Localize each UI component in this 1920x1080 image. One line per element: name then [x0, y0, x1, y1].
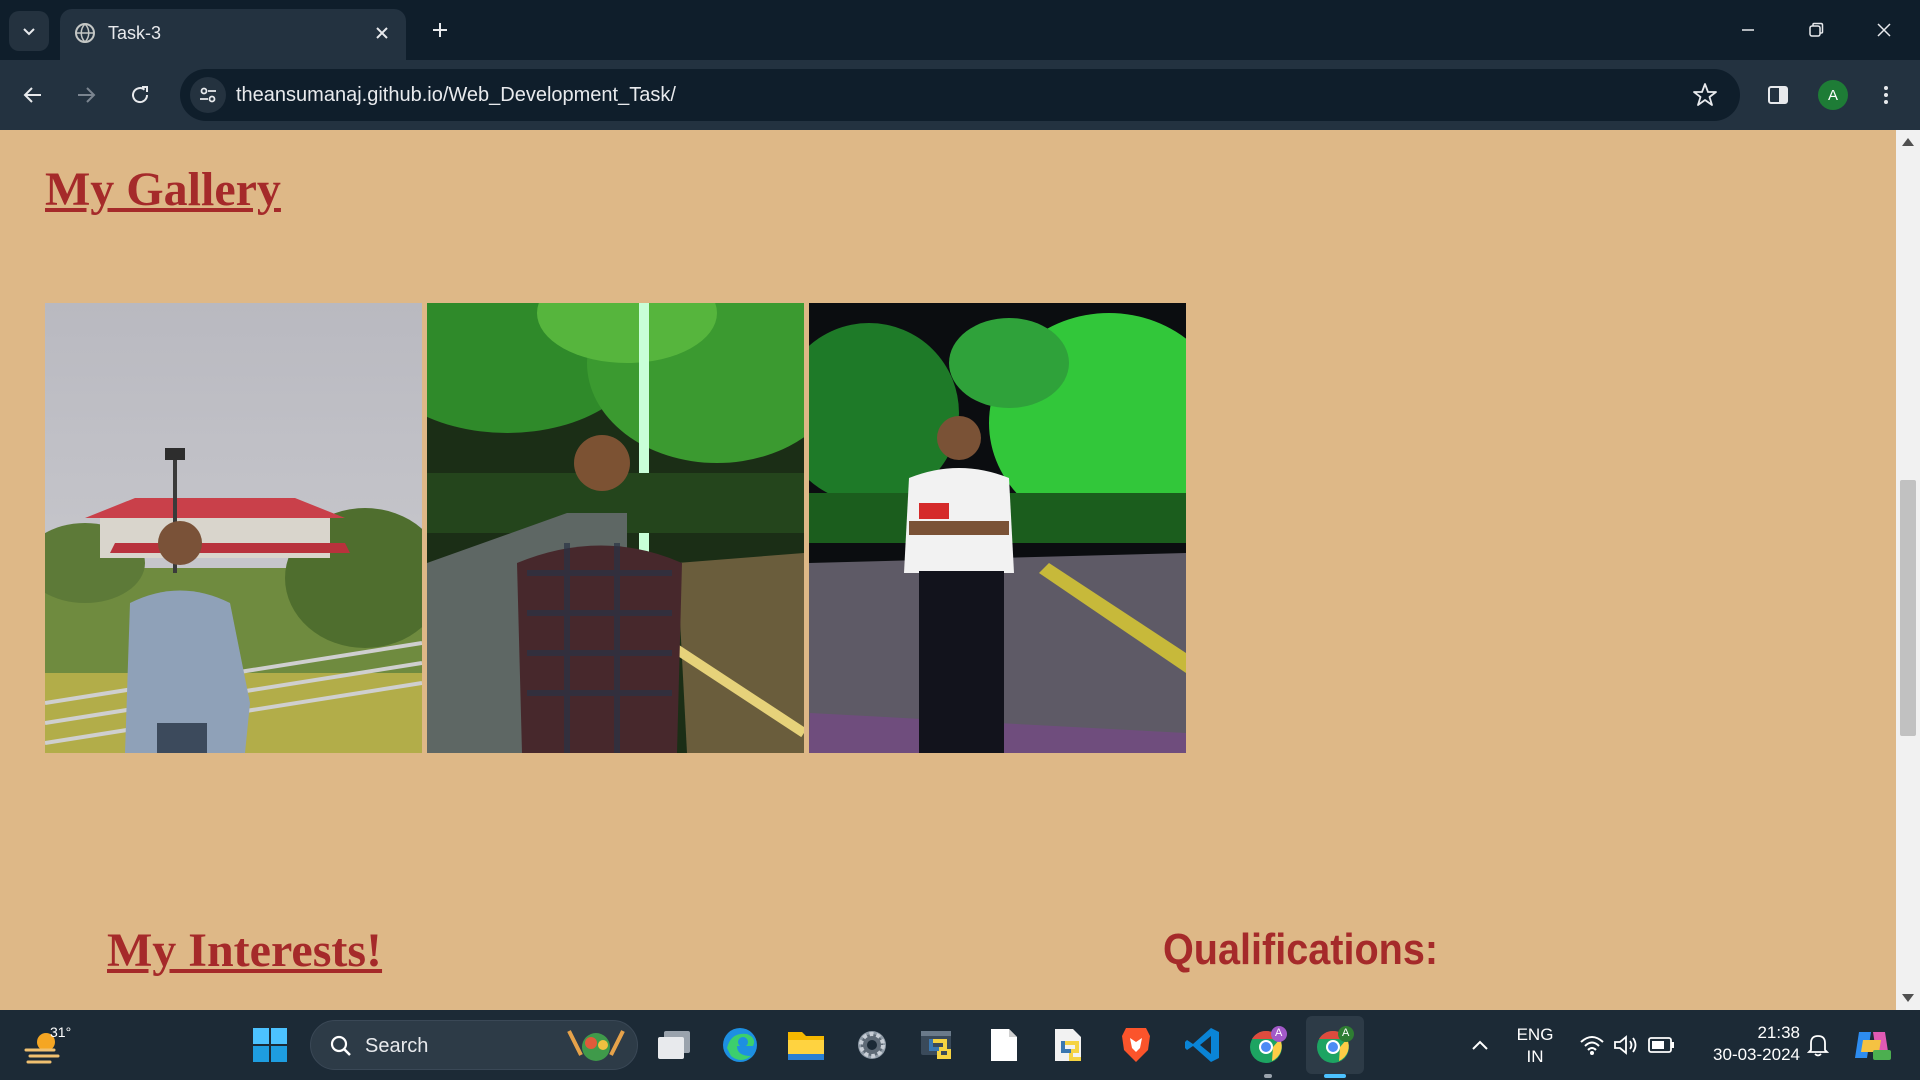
kebab-menu-icon	[1884, 86, 1888, 104]
volume-icon	[1614, 1035, 1637, 1055]
minimize-button[interactable]	[1728, 10, 1768, 50]
task-view-button[interactable]	[654, 1025, 694, 1065]
search-icon	[330, 1035, 351, 1056]
gallery-photo-3	[809, 303, 1186, 753]
windows-start-icon[interactable]	[252, 1027, 288, 1063]
battery-button[interactable]	[1642, 1025, 1682, 1065]
chrome-profile-1-button[interactable]: A	[1248, 1025, 1288, 1065]
close-window-button[interactable]	[1864, 10, 1904, 50]
close-icon	[1877, 23, 1891, 37]
language-code: ENG	[1516, 1025, 1554, 1044]
menu-button[interactable]	[1868, 77, 1904, 113]
python-button[interactable]	[918, 1025, 958, 1065]
qualifications-heading: Qualifications:	[1163, 925, 1439, 974]
address-url[interactable]: theansumanaj.github.io/Web_Development_T…	[236, 84, 676, 107]
file-explorer-button[interactable]	[786, 1025, 826, 1065]
scrollbar-thumb[interactable]	[1900, 480, 1916, 736]
tray-overflow-button[interactable]	[1460, 1025, 1500, 1065]
forward-button[interactable]	[68, 77, 104, 113]
star-icon[interactable]	[1692, 82, 1718, 108]
wifi-icon	[1580, 1036, 1604, 1055]
file-explorer-icon	[788, 1032, 824, 1060]
tab-title: Task-3	[108, 23, 162, 43]
taskbar-search[interactable]: Search	[310, 1020, 638, 1070]
clock[interactable]: 21:38 30-03-2024	[1690, 1022, 1800, 1066]
site-info-icon	[200, 87, 216, 103]
edge-button[interactable]	[720, 1025, 760, 1065]
windows-taskbar: 31° Search A A ENG IN 21:38 30-03-2024	[0, 1010, 1920, 1080]
notifications-button[interactable]	[1798, 1025, 1838, 1065]
gallery-photo-1	[45, 303, 422, 753]
profile-avatar[interactable]: A	[1818, 80, 1848, 110]
restore-button[interactable]	[1796, 10, 1836, 50]
scroll-up-arrow[interactable]	[1902, 138, 1914, 146]
reload-button[interactable]	[122, 77, 158, 113]
address-bar[interactable]: theansumanaj.github.io/Web_Development_T…	[180, 69, 1740, 121]
active-indicator	[1324, 1074, 1346, 1078]
language-indicator[interactable]: ENG IN	[1510, 1024, 1560, 1068]
brave-icon	[1122, 1028, 1150, 1062]
volume-button[interactable]	[1606, 1025, 1646, 1065]
tab-close-button[interactable]	[370, 21, 394, 45]
python-file-icon	[1055, 1029, 1081, 1061]
chrome-profile-1-badge: A	[1275, 1027, 1283, 1039]
bell-icon	[1807, 1035, 1829, 1057]
close-icon	[376, 27, 388, 39]
notepad-icon	[991, 1029, 1017, 1061]
browser-tab[interactable]: Task-3	[60, 9, 406, 60]
gallery-heading: My Gallery	[45, 163, 281, 216]
edge-icon	[723, 1028, 757, 1062]
settings-button[interactable]	[852, 1025, 892, 1065]
chevron-up-icon	[1472, 1040, 1488, 1050]
running-indicator	[1264, 1074, 1272, 1078]
tab-strip: Task-3	[0, 0, 1920, 60]
side-panel-button[interactable]	[1760, 77, 1796, 113]
clock-time: 21:38	[1757, 1023, 1800, 1042]
scroll-down-arrow[interactable]	[1902, 994, 1914, 1002]
page-viewport: My Gallery My Interests! Qualifications:	[0, 130, 1896, 1010]
weather-widget[interactable]: 31°	[24, 1022, 72, 1068]
task-view-icon	[658, 1031, 690, 1059]
gallery-photo-2	[427, 303, 804, 753]
reload-icon	[132, 86, 149, 104]
page-scrollbar[interactable]	[1896, 130, 1920, 1010]
search-highlight-icon	[567, 1030, 625, 1061]
weather-temperature: 31°	[50, 1024, 72, 1040]
site-info-button[interactable]	[190, 77, 226, 113]
notepad-button[interactable]	[984, 1025, 1024, 1065]
side-panel-icon	[1768, 86, 1788, 104]
settings-icon	[858, 1031, 886, 1059]
copilot-icon	[1855, 1032, 1891, 1060]
brave-button[interactable]	[1116, 1025, 1156, 1065]
search-label: Search	[365, 1035, 429, 1057]
restore-icon	[1809, 22, 1824, 37]
vscode-icon	[1185, 1028, 1219, 1062]
tab-search-button[interactable]	[9, 11, 49, 51]
chrome-profile-2-button[interactable]: A	[1315, 1025, 1355, 1065]
interests-heading: My Interests!	[107, 924, 383, 977]
clock-date: 30-03-2024	[1713, 1045, 1800, 1064]
back-icon	[23, 87, 41, 103]
battery-icon	[1648, 1037, 1674, 1053]
plus-icon	[433, 23, 447, 37]
back-button[interactable]	[15, 77, 51, 113]
minimize-icon	[1742, 29, 1754, 31]
chrome-profile-2-badge: A	[1342, 1027, 1350, 1039]
language-region: IN	[1526, 1047, 1544, 1066]
browser-toolbar: theansumanaj.github.io/Web_Development_T…	[0, 60, 1920, 130]
vscode-button[interactable]	[1182, 1025, 1222, 1065]
copilot-button[interactable]	[1852, 1025, 1892, 1065]
chevron-down-icon	[23, 28, 35, 36]
forward-icon	[78, 87, 96, 103]
globe-icon	[75, 23, 95, 43]
new-tab-button[interactable]	[424, 14, 456, 46]
python-file-button[interactable]	[1050, 1025, 1090, 1065]
python-icon	[921, 1031, 951, 1059]
